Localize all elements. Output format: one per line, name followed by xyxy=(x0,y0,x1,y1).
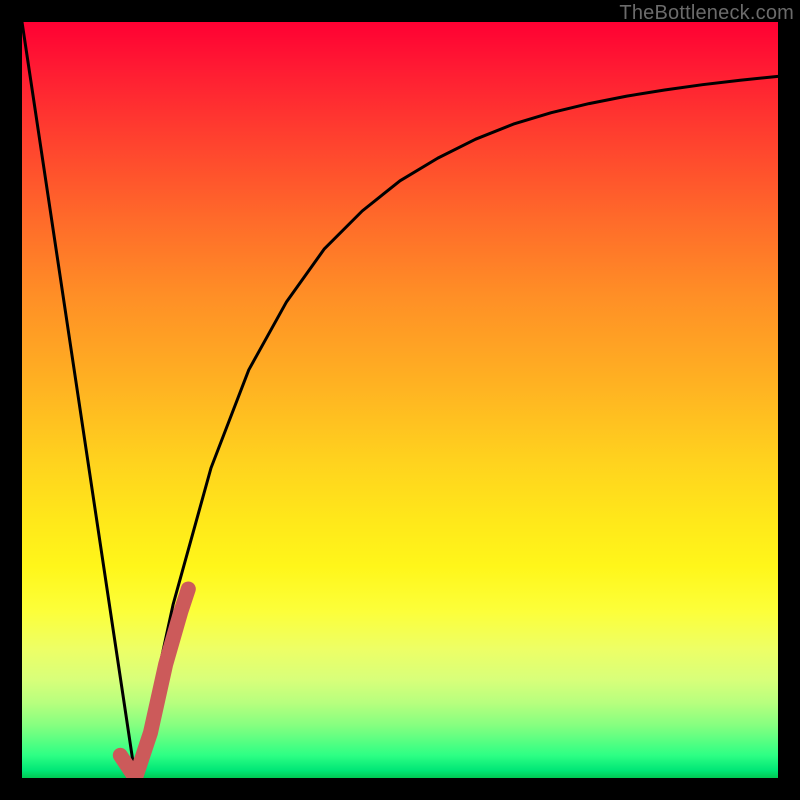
chart-frame: TheBottleneck.com xyxy=(0,0,800,800)
curve-layer xyxy=(22,22,778,778)
plot-area xyxy=(22,22,778,778)
black-curve xyxy=(22,22,778,778)
